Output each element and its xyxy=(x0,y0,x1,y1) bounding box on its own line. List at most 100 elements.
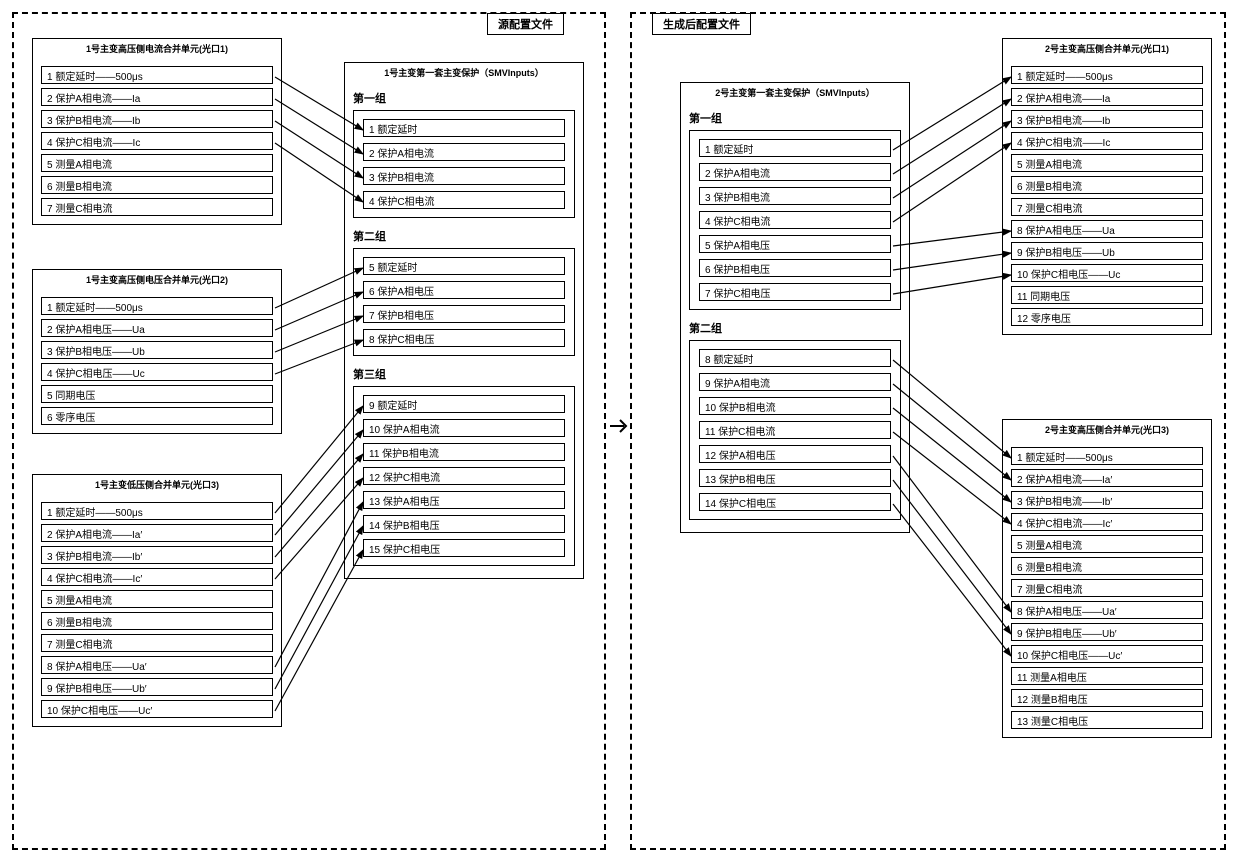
source-config-panel: 源配置文件 1号主变高压侧电流合并单元(光口1) 1 额定延时——500μs 2 … xyxy=(12,12,606,850)
right-mid-box: 2号主变第一套主变保护（SMVInputs） 第一组 1 额定延时2 保护A相电… xyxy=(680,82,910,533)
generated-config-panel: 生成后配置文件 2号主变第一套主变保护（SMVInputs） 第一组 1 额定延… xyxy=(630,12,1226,850)
l2-item-3: 4 保护C相电压——Uc xyxy=(41,363,273,381)
r2-item-2: 3 保护B相电流——Ib′ xyxy=(1011,491,1203,509)
lmg1-item-1: 2 保护A相电流 xyxy=(363,143,565,161)
rmg2-item-4: 12 保护A相电压 xyxy=(699,445,891,463)
l3-item-6: 7 测量C相电流 xyxy=(41,634,273,652)
lmg2-item-2: 7 保护B相电压 xyxy=(363,305,565,323)
r1-item-10: 11 同期电压 xyxy=(1011,286,1203,304)
rgroup2-label: 第二组 xyxy=(689,318,903,336)
l3-item-2: 3 保护B相电流——Ib′ xyxy=(41,546,273,564)
dst2-box: 2号主变高压侧合并单元(光口3) 1 额定延时——500μs 2 保护A相电流——… xyxy=(1002,419,1212,738)
source-title: 源配置文件 xyxy=(487,13,564,35)
l1-item-4: 5 测量A相电流 xyxy=(41,154,273,172)
diagram-canvas: 源配置文件 1号主变高压侧电流合并单元(光口1) 1 额定延时——500μs 2 … xyxy=(8,8,1232,856)
r1-item-3: 4 保护C相电流——Ic xyxy=(1011,132,1203,150)
r2-item-5: 6 测量B相电流 xyxy=(1011,557,1203,575)
lmg3-item-4: 13 保护A相电压 xyxy=(363,491,565,509)
lmg2-item-0: 5 额定延时 xyxy=(363,257,565,275)
rmg1-item-0: 1 额定延时 xyxy=(699,139,891,157)
r2-item-4: 5 测量A相电流 xyxy=(1011,535,1203,553)
rmg2-item-6: 14 保护C相电压 xyxy=(699,493,891,511)
rmg2-item-1: 9 保护A相电流 xyxy=(699,373,891,391)
r2-item-9: 10 保护C相电压——Uc′ xyxy=(1011,645,1203,663)
l3-item-3: 4 保护C相电流——Ic′ xyxy=(41,568,273,586)
l3-item-5: 6 测量B相电流 xyxy=(41,612,273,630)
src2-title: 1号主变高压侧电压合并单元(光口2) xyxy=(33,270,281,289)
dst1-box: 2号主变高压侧合并单元(光口1) 1 额定延时——500μs2 保护A相电流——… xyxy=(1002,38,1212,335)
r1-item-9: 10 保护C相电压——Uc xyxy=(1011,264,1203,282)
left-mid-box: 1号主变第一套主变保护（SMVInputs） 第一组 1 额定延时 2 保护A相电… xyxy=(344,62,584,579)
r2-item-3: 4 保护C相电流——Ic′ xyxy=(1011,513,1203,531)
r2-item-0: 1 额定延时——500μs xyxy=(1011,447,1203,465)
generated-title: 生成后配置文件 xyxy=(652,13,751,35)
rmg1-item-5: 6 保护B相电压 xyxy=(699,259,891,277)
src3-title: 1号主变低压侧合并单元(光口3) xyxy=(33,475,281,494)
dst1-title: 2号主变高压侧合并单元(光口1) xyxy=(1003,39,1211,58)
lmg3-item-0: 9 额定延时 xyxy=(363,395,565,413)
r2-item-11: 12 测量B相电压 xyxy=(1011,689,1203,707)
transform-arrow-icon xyxy=(610,416,630,436)
l2-item-0: 1 额定延时——500μs xyxy=(41,297,273,315)
src2-box: 1号主变高压侧电压合并单元(光口2) 1 额定延时——500μs 2 保护A相电压… xyxy=(32,269,282,434)
r2-item-6: 7 测量C相电流 xyxy=(1011,579,1203,597)
r1-item-5: 6 测量B相电流 xyxy=(1011,176,1203,194)
l2-item-5: 6 零序电压 xyxy=(41,407,273,425)
group1-label: 第一组 xyxy=(353,88,577,106)
lmg1-item-2: 3 保护B相电流 xyxy=(363,167,565,185)
r2-item-8: 9 保护B相电压——Ub′ xyxy=(1011,623,1203,641)
r1-item-11: 12 零序电压 xyxy=(1011,308,1203,326)
dst2-title: 2号主变高压侧合并单元(光口3) xyxy=(1003,420,1211,439)
l3-item-9: 10 保护C相电压——Uc′ xyxy=(41,700,273,718)
rmg2-item-2: 10 保护B相电流 xyxy=(699,397,891,415)
rmg2-item-3: 11 保护C相电流 xyxy=(699,421,891,439)
r1-item-2: 3 保护B相电流——Ib xyxy=(1011,110,1203,128)
rmg2-item-5: 13 保护B相电压 xyxy=(699,469,891,487)
lmg2-item-1: 6 保护A相电压 xyxy=(363,281,565,299)
left-mid-title: 1号主变第一套主变保护（SMVInputs） xyxy=(345,63,583,82)
lmg2-item-3: 8 保护C相电压 xyxy=(363,329,565,347)
l1-item-5: 6 测量B相电流 xyxy=(41,176,273,194)
l1-item-1: 2 保护A相电流——Ia xyxy=(41,88,273,106)
group2-label: 第二组 xyxy=(353,226,577,244)
r2-item-10: 11 测量A相电压 xyxy=(1011,667,1203,685)
r1-item-4: 5 测量A相电流 xyxy=(1011,154,1203,172)
r1-item-6: 7 测量C相电流 xyxy=(1011,198,1203,216)
r2-item-12: 13 测量C相电压 xyxy=(1011,711,1203,729)
lmg3-item-2: 11 保护B相电流 xyxy=(363,443,565,461)
lmg3-item-1: 10 保护A相电流 xyxy=(363,419,565,437)
lmg3-item-6: 15 保护C相电压 xyxy=(363,539,565,557)
rmg1-item-6: 7 保护C相电压 xyxy=(699,283,891,301)
rmg2-item-0: 8 额定延时 xyxy=(699,349,891,367)
lmg1-item-3: 4 保护C相电流 xyxy=(363,191,565,209)
src3-box: 1号主变低压侧合并单元(光口3) 1 额定延时——500μs 2 保护A相电流——… xyxy=(32,474,282,727)
l3-item-0: 1 额定延时——500μs xyxy=(41,502,273,520)
src1-box: 1号主变高压侧电流合并单元(光口1) 1 额定延时——500μs 2 保护A相电流… xyxy=(32,38,282,225)
lmg1-item-0: 1 额定延时 xyxy=(363,119,565,137)
l3-item-7: 8 保护A相电压——Ua′ xyxy=(41,656,273,674)
r2-item-1: 2 保护A相电流——Ia′ xyxy=(1011,469,1203,487)
lmg3-item-3: 12 保护C相电流 xyxy=(363,467,565,485)
l1-item-2: 3 保护B相电流——Ib xyxy=(41,110,273,128)
r1-item-7: 8 保护A相电压——Ua xyxy=(1011,220,1203,238)
rmg1-item-4: 5 保护A相电压 xyxy=(699,235,891,253)
src1-title: 1号主变高压侧电流合并单元(光口1) xyxy=(33,39,281,58)
r2-item-7: 8 保护A相电压——Ua′ xyxy=(1011,601,1203,619)
r1-item-0: 1 额定延时——500μs xyxy=(1011,66,1203,84)
l3-item-8: 9 保护B相电压——Ub′ xyxy=(41,678,273,696)
l3-item-4: 5 测量A相电流 xyxy=(41,590,273,608)
l1-item-0: 1 额定延时——500μs xyxy=(41,66,273,84)
rmg1-item-2: 3 保护B相电流 xyxy=(699,187,891,205)
l2-item-4: 5 同期电压 xyxy=(41,385,273,403)
rmg1-item-1: 2 保护A相电流 xyxy=(699,163,891,181)
group3-label: 第三组 xyxy=(353,364,577,382)
l3-item-1: 2 保护A相电流——Ia′ xyxy=(41,524,273,542)
l2-item-1: 2 保护A相电压——Ua xyxy=(41,319,273,337)
l2-item-2: 3 保护B相电压——Ub xyxy=(41,341,273,359)
rmg1-item-3: 4 保护C相电流 xyxy=(699,211,891,229)
rgroup1-label: 第一组 xyxy=(689,108,903,126)
l1-item-6: 7 测量C相电流 xyxy=(41,198,273,216)
r1-item-8: 9 保护B相电压——Ub xyxy=(1011,242,1203,260)
l1-item-3: 4 保护C相电流——Ic xyxy=(41,132,273,150)
lmg3-item-5: 14 保护B相电压 xyxy=(363,515,565,533)
